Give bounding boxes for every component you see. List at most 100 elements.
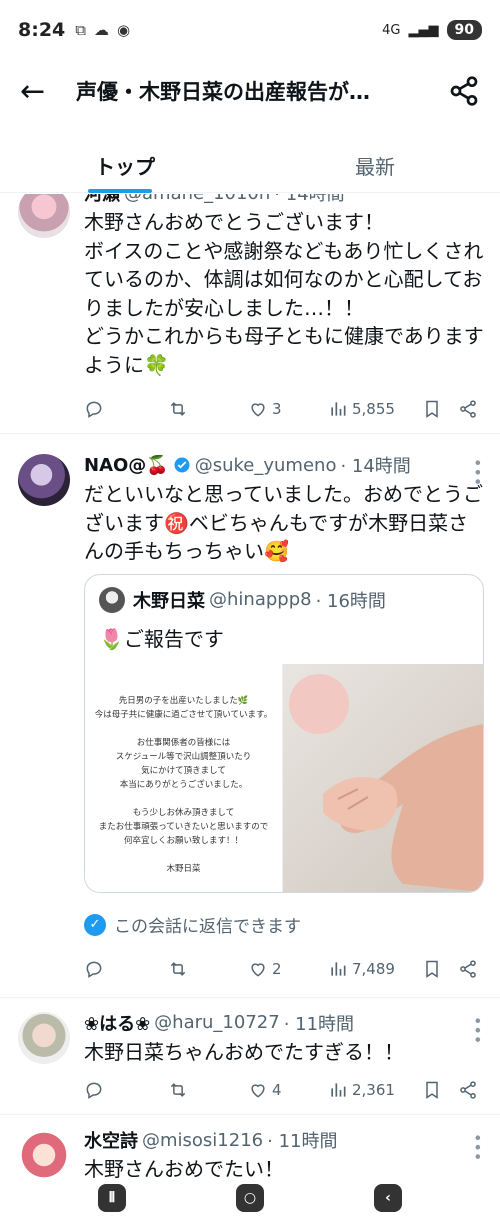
heart-icon [251,1084,265,1098]
tweet-author-name[interactable]: 水空詩 [84,1127,138,1153]
recent-apps-button[interactable]: ⫴ [98,1184,126,1212]
tab-latest-label: 最新 [355,155,395,179]
tweet-time: · 11時間 [283,1013,355,1035]
bookmark-icon [426,400,438,418]
tweet-header: ❀はる❀ @haru_10727 · 11時間 [84,1010,484,1036]
more-options-icon[interactable]: ••• [468,1133,487,1161]
verified-badge-icon [174,457,190,473]
bookmark-button[interactable] [422,399,458,419]
bookmark-icon [426,1081,438,1099]
tweet-text: だといいなと思っていました。おめでとうございます㊗️ベビちゃんもですが木野日菜さ… [84,482,483,563]
share-icon [460,400,476,418]
quoted-tweet-time: · 16時間 [315,590,386,612]
back-arrow-icon[interactable]: ← [20,74,60,109]
reply-button[interactable] [84,399,168,419]
avatar[interactable] [18,1011,70,1064]
reply-permission-text: この会話に返信できます [114,917,301,937]
like-button[interactable]: 2 [248,959,328,979]
tweet-author-handle[interactable]: @suke_yumeno [195,455,337,476]
like-count: 3 [272,400,282,418]
quoted-author-handle: @hinappp8 [209,589,312,610]
share-tweet-button[interactable] [458,1080,478,1100]
tweet-feed[interactable]: 河瀬 @amane_1010n · 14時間 木野さんおめでとうございます！ ボ… [0,194,500,1178]
system-nav-bar: ⫴ ○ ‹ [0,1168,500,1228]
share-icon[interactable] [448,75,480,107]
tweet[interactable]: ••• NAO@🍒 @suke_yumeno · 14時間 だといいなと思ってい… [0,434,500,998]
views-chart-icon [331,1083,346,1097]
tab-top-label: トップ [95,155,155,179]
tweet[interactable]: 河瀬 @amane_1010n · 14時間 木野さんおめでとうございます！ ボ… [0,194,500,434]
quoted-tweet-header: 木野日菜 @hinappp8 · 16時間 [85,575,483,617]
tweet-author-handle[interactable]: @misosi1216 [142,1130,263,1151]
app-header: ← 声優・木野日菜の出産報告が… [0,60,500,122]
back-button[interactable]: ‹ [374,1184,402,1212]
like-button[interactable]: 4 [248,1080,328,1100]
bookmark-button[interactable] [422,1080,458,1100]
reply-button[interactable] [84,1080,168,1100]
tweet-actions: 2 7,489 [84,945,484,993]
tweet-header: 水空詩 @misosi1216 · 11時間 [84,1127,484,1153]
home-button[interactable]: ○ [236,1184,264,1212]
reply-button[interactable] [84,959,168,979]
retweet-button[interactable] [168,959,248,979]
quoted-tweet-media[interactable]: 先日男の子を出産いたしました🌿 今は母子共に健康に過ごさせて頂いています。 お仕… [85,663,483,892]
screenshot-icon: ⧉ [75,21,86,39]
avatar[interactable] [18,454,70,506]
retweet-button[interactable] [168,1080,248,1100]
heart-icon [251,962,265,977]
like-count: 4 [272,1081,282,1099]
views-button[interactable]: 5,855 [328,399,422,419]
page-title: 声優・木野日菜の出産報告が… [76,80,370,104]
active-tab-indicator [88,189,152,193]
reply-icon [86,1082,102,1099]
bookmark-button[interactable] [422,959,458,979]
tweet[interactable]: ••• ❀はる❀ @haru_10727 · 11時間 木野日菜ちゃんおめでたす… [0,998,500,1115]
tweet-text: 木野日菜ちゃんおめでたすぎる！！ [84,1039,404,1064]
tweet-author-name[interactable]: ❀はる❀ [84,1010,150,1036]
views-button[interactable]: 7,489 [328,959,422,979]
photo-illustration [289,673,483,892]
tab-bar: トップ 最新 [0,135,500,193]
tweet-actions: 4 2,361 [84,1066,484,1114]
battery-indicator: 90 [446,20,482,40]
retweet-icon [170,961,186,976]
tweet-time: · 14時間 [340,456,411,477]
retweet-icon [170,1083,186,1097]
avatar [99,586,125,613]
signal-icon: ▂▄▆ [408,22,439,38]
reply-icon [86,961,102,978]
tweet-header: 河瀬 @amane_1010n · 14時間 [84,194,484,206]
tweet-author-name[interactable]: 河瀬 [84,194,120,206]
like-button[interactable]: 3 [248,399,328,419]
tab-top[interactable]: トップ [0,135,250,193]
tweet-time: · 11時間 [267,1131,338,1152]
view-count: 5,855 [352,400,395,418]
quoted-author-name: 木野日菜 [133,590,205,612]
more-options-icon[interactable]: ••• [468,1016,487,1044]
heart-icon [251,403,265,417]
tweet-author-handle[interactable]: @haru_10727 [154,1012,280,1033]
baby-hand-photo[interactable] [283,663,483,892]
network-label: 4G [382,22,401,38]
more-options-icon[interactable]: ••• [468,458,487,486]
views-button[interactable]: 2,361 [328,1080,422,1100]
announcement-image[interactable]: 先日男の子を出産いたしました🌿 今は母子共に健康に過ごさせて頂いています。 お仕… [85,663,283,892]
quoted-tweet[interactable]: 木野日菜 @hinappp8 · 16時間 🌷ご報告です 先日男の子を出産いたし… [84,573,484,893]
reply-permission-note: ✓ この会話に返信できます [84,905,484,945]
tweet-time: · 14時間 [274,194,345,205]
share-tweet-button[interactable] [458,959,478,979]
retweet-icon [170,402,186,416]
tweet-header: NAO@🍒 @suke_yumeno · 14時間 [84,452,484,478]
tweet-author-handle[interactable]: @amane_1010n [124,194,270,204]
like-count: 2 [272,959,282,978]
bookmark-icon [426,960,438,978]
person-check-icon: ✓ [84,913,106,936]
avatar[interactable] [18,194,70,238]
view-count: 7,489 [352,959,395,978]
retweet-button[interactable] [168,399,248,419]
status-time: 8:24 [18,19,66,41]
tab-latest[interactable]: 最新 [250,135,500,192]
share-tweet-button[interactable] [458,399,478,419]
target-icon: ◉ [116,21,131,39]
tweet-author-name[interactable]: NAO@🍒 [84,455,169,476]
